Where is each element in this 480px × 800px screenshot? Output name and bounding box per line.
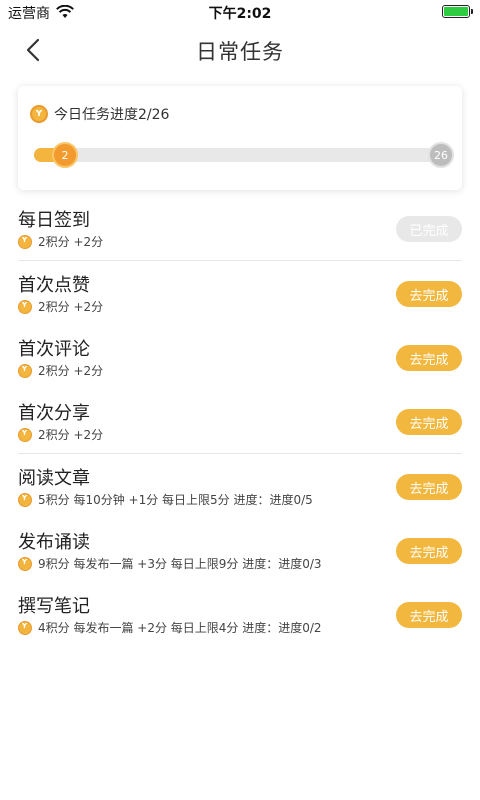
task-meta: 2积分 +2分 xyxy=(18,298,103,315)
nav-bar: 日常任务 xyxy=(0,24,480,76)
task-row: 首次点赞 2积分 +2分 去完成 xyxy=(18,261,462,325)
go-complete-button[interactable]: 去完成 xyxy=(396,345,462,371)
battery-icon xyxy=(442,5,473,18)
progress-label: 今日任务进度2/26 xyxy=(54,107,170,123)
go-complete-button[interactable]: 去完成 xyxy=(396,602,462,628)
task-meta: 4积分 每发布一篇 +2分 每日上限4分 进度：进度0/2 xyxy=(18,619,322,636)
task-reward-text: 9积分 每发布一篇 +3分 每日上限9分 进度：进度0/3 xyxy=(38,557,322,571)
go-complete-button[interactable]: 去完成 xyxy=(396,538,462,564)
task-row: 发布诵读 9积分 每发布一篇 +3分 每日上限9分 进度：进度0/3 去完成 xyxy=(18,518,462,582)
task-title: 每日签到 xyxy=(18,210,90,231)
task-reward-text: 2积分 +2分 xyxy=(38,428,104,442)
task-list: 每日签到2积分 +2分已完成首次点赞2积分 +2分去完成首次评论2积分 +2分去… xyxy=(0,196,480,646)
progress-header: 今日任务进度2/26 xyxy=(30,104,169,124)
go-complete-button[interactable]: 去完成 xyxy=(396,474,462,500)
completed-badge: 已完成 xyxy=(396,216,462,242)
task-title: 首次评论 xyxy=(18,339,90,360)
task-reward-text: 2积分 +2分 xyxy=(38,364,104,378)
task-meta: 2积分 +2分 xyxy=(18,362,103,379)
task-reward-text: 5积分 每10分钟 +1分 每日上限5分 进度：进度0/5 xyxy=(38,493,313,507)
task-meta: 5积分 每10分钟 +1分 每日上限5分 进度：进度0/5 xyxy=(18,491,313,508)
progress-total-marker: 26 xyxy=(428,142,454,168)
progress-track: 2 26 xyxy=(34,142,454,168)
status-bar: 运营商 下午2:02 xyxy=(0,0,480,24)
task-reward-text: 2积分 +2分 xyxy=(38,235,104,249)
coin-icon xyxy=(18,299,32,314)
task-title: 撰写笔记 xyxy=(18,596,90,617)
task-meta: 2积分 +2分 xyxy=(18,426,103,443)
go-complete-button[interactable]: 去完成 xyxy=(396,281,462,307)
task-row: 撰写笔记 4积分 每发布一篇 +2分 每日上限4分 进度：进度0/2 去完成 xyxy=(18,582,462,646)
coin-icon xyxy=(18,556,32,571)
go-complete-button[interactable]: 去完成 xyxy=(396,409,462,435)
task-reward-text: 4积分 每发布一篇 +2分 每日上限4分 进度：进度0/2 xyxy=(38,621,322,635)
task-row: 首次分享 2积分 +2分 去完成 xyxy=(18,389,462,453)
coin-icon xyxy=(18,427,32,442)
coin-icon xyxy=(18,363,32,378)
progress-card: 今日任务进度2/26 2 26 xyxy=(18,86,462,190)
task-row: 每日签到 2积分 +2分 已完成 xyxy=(18,196,462,260)
progress-current-marker: 2 xyxy=(52,142,78,168)
coin-icon xyxy=(18,492,32,507)
task-row: 阅读文章 5积分 每10分钟 +1分 每日上限5分 进度：进度0/5 去完成 xyxy=(18,454,462,518)
task-row: 首次评论 2积分 +2分 去完成 xyxy=(18,325,462,389)
coin-icon xyxy=(18,620,32,635)
task-title: 首次分享 xyxy=(18,403,90,424)
task-meta: 9积分 每发布一篇 +3分 每日上限9分 进度：进度0/3 xyxy=(18,555,322,572)
coin-icon xyxy=(30,105,48,123)
status-time: 下午2:02 xyxy=(208,6,272,22)
page-title: 日常任务 xyxy=(196,40,284,64)
coin-icon xyxy=(18,234,32,249)
task-title: 发布诵读 xyxy=(18,532,90,553)
task-title: 首次点赞 xyxy=(18,275,90,296)
task-title: 阅读文章 xyxy=(18,468,90,489)
task-meta: 2积分 +2分 xyxy=(18,233,103,250)
task-reward-text: 2积分 +2分 xyxy=(38,300,104,314)
